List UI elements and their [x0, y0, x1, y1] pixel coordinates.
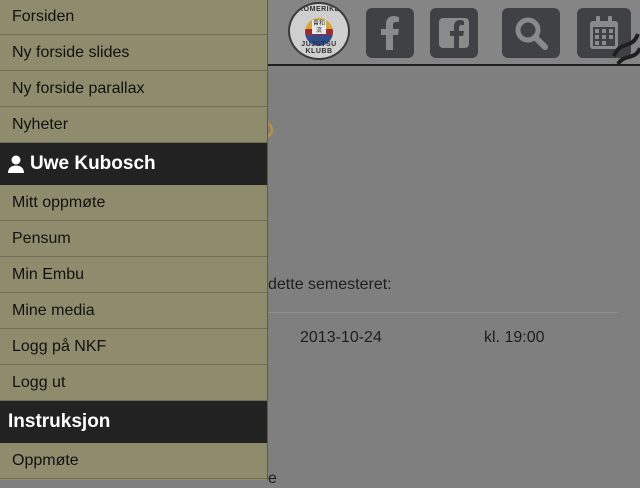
divider — [268, 312, 618, 313]
menu-item-logg-ut[interactable]: Logg ut — [0, 365, 267, 401]
facebook-button[interactable] — [366, 8, 414, 58]
menu-item-forsiden[interactable]: Forsiden — [0, 0, 267, 35]
menu-item-mitt-oppmote[interactable]: Mitt oppmøte — [0, 185, 267, 221]
logo-text-top: ROMERIKE — [298, 6, 340, 13]
event-date: 2013-10-24 — [300, 329, 382, 346]
side-menu: Forsiden Ny forside slides Ny forside pa… — [0, 0, 268, 480]
menu-user-header: Uwe Kubosch — [0, 143, 267, 185]
logo-text-bottom: JUJUTSU KLUBB — [301, 41, 337, 55]
menu-item-logg-pa-nkf[interactable]: Logg på NKF — [0, 329, 267, 365]
menu-item-oppmote[interactable]: Oppmøte — [0, 443, 267, 479]
menu-item-nyheter[interactable]: Nyheter — [0, 107, 267, 143]
search-icon — [515, 17, 548, 50]
facebook-icon — [381, 16, 399, 50]
event-time: kl. 19:00 — [484, 329, 545, 346]
header-decoration — [612, 0, 640, 64]
logo-kanji: 曾和流 — [312, 20, 326, 34]
semester-text: dette semesteret: — [268, 276, 392, 293]
menu-item-pensum[interactable]: Pensum — [0, 221, 267, 257]
menu-item-ny-forside-parallax[interactable]: Ny forside parallax — [0, 71, 267, 107]
facebook-page-button[interactable] — [430, 8, 478, 58]
menu-section-title: Instruksjon — [8, 411, 111, 432]
menu-item-min-embu[interactable]: Min Embu — [0, 257, 267, 293]
user-icon — [8, 155, 24, 173]
menu-item-mine-media[interactable]: Mine media — [0, 293, 267, 329]
menu-user-name: Uwe Kubosch — [30, 153, 156, 174]
search-button[interactable] — [502, 8, 560, 58]
facebook-square-icon — [439, 18, 469, 48]
content-text-tail: e — [268, 470, 277, 487]
club-logo[interactable]: ROMERIKE 曾和流 JUJUTSU KLUBB — [288, 2, 350, 60]
menu-section-header: Instruksjon — [0, 401, 267, 443]
menu-item-ny-forside-slides[interactable]: Ny forside slides — [0, 35, 267, 71]
